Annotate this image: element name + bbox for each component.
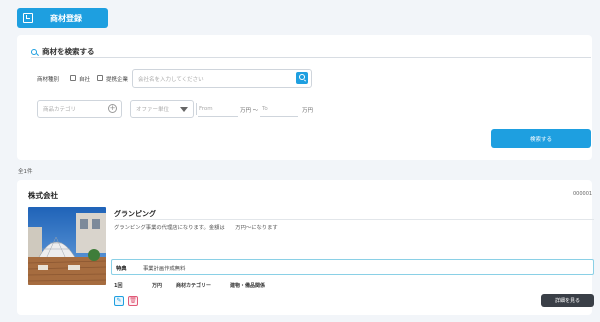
- item-id: 000001: [573, 191, 593, 197]
- company-name-placeholder: 会社名を入力してください: [138, 76, 204, 83]
- partner-checkbox[interactable]: [97, 75, 103, 81]
- price-to-underline: [260, 116, 298, 117]
- register-item-label: 商材登録: [50, 13, 82, 23]
- price-from-input[interactable]: From: [199, 106, 213, 112]
- company-checkbox-label: 自社: [79, 77, 91, 83]
- search-icon: [31, 48, 37, 55]
- trash-icon: 🗑: [129, 297, 137, 304]
- company-name-input[interactable]: 会社名を入力してください: [132, 69, 312, 88]
- category-value: 建物・備品関係: [230, 283, 266, 289]
- result-count: 全1件: [18, 169, 33, 175]
- delete-button[interactable]: 🗑: [128, 296, 138, 306]
- price-from-underline: [198, 116, 238, 117]
- item-description: グランピング事業の代理店になります。金額は 万円～になります: [114, 225, 278, 231]
- caret-down-icon: [180, 107, 188, 112]
- company-checkbox[interactable]: [70, 75, 76, 81]
- search-panel-title: 商材を検索する: [31, 46, 95, 57]
- feature-label: 特典: [116, 266, 127, 272]
- search-submit-label: 検索する: [529, 136, 552, 143]
- search-panel-title-text: 商材を検索する: [42, 47, 95, 56]
- price-from-unit: 万円 ～: [240, 108, 259, 114]
- item-title: グランピング: [114, 210, 156, 218]
- partner-checkbox-label: 提携企業: [106, 77, 129, 83]
- search-submit-button[interactable]: 検索する: [491, 129, 591, 148]
- feature-value: 事業計画作成無料: [143, 266, 186, 272]
- price-unit-value: 万円: [152, 283, 163, 289]
- offer-unit-value: 1回: [114, 283, 123, 289]
- category-label: 商材カテゴリー: [176, 283, 212, 289]
- company-name: 株式会社: [28, 191, 58, 200]
- divider: [114, 219, 594, 220]
- plus-circle-icon[interactable]: +: [108, 104, 117, 113]
- divider: [31, 57, 591, 58]
- folder-add-icon: [23, 13, 33, 23]
- price-to-unit: 万円: [302, 108, 314, 114]
- price-to-input[interactable]: To: [262, 106, 268, 112]
- register-item-button[interactable]: 商材登録: [17, 8, 108, 28]
- item-type-label: 商材種別: [37, 77, 60, 83]
- divider: [196, 103, 197, 115]
- company-search-button[interactable]: [296, 72, 308, 84]
- offer-unit-placeholder: オファー単位: [136, 107, 170, 113]
- pencil-icon: ✎: [116, 297, 122, 304]
- item-photo: [28, 207, 106, 285]
- view-details-label: 詳細を見る: [554, 298, 580, 304]
- category-placeholder: 商品カテゴリ: [43, 107, 77, 113]
- view-details-button[interactable]: 詳細を見る: [541, 294, 594, 307]
- edit-button[interactable]: ✎: [114, 296, 124, 306]
